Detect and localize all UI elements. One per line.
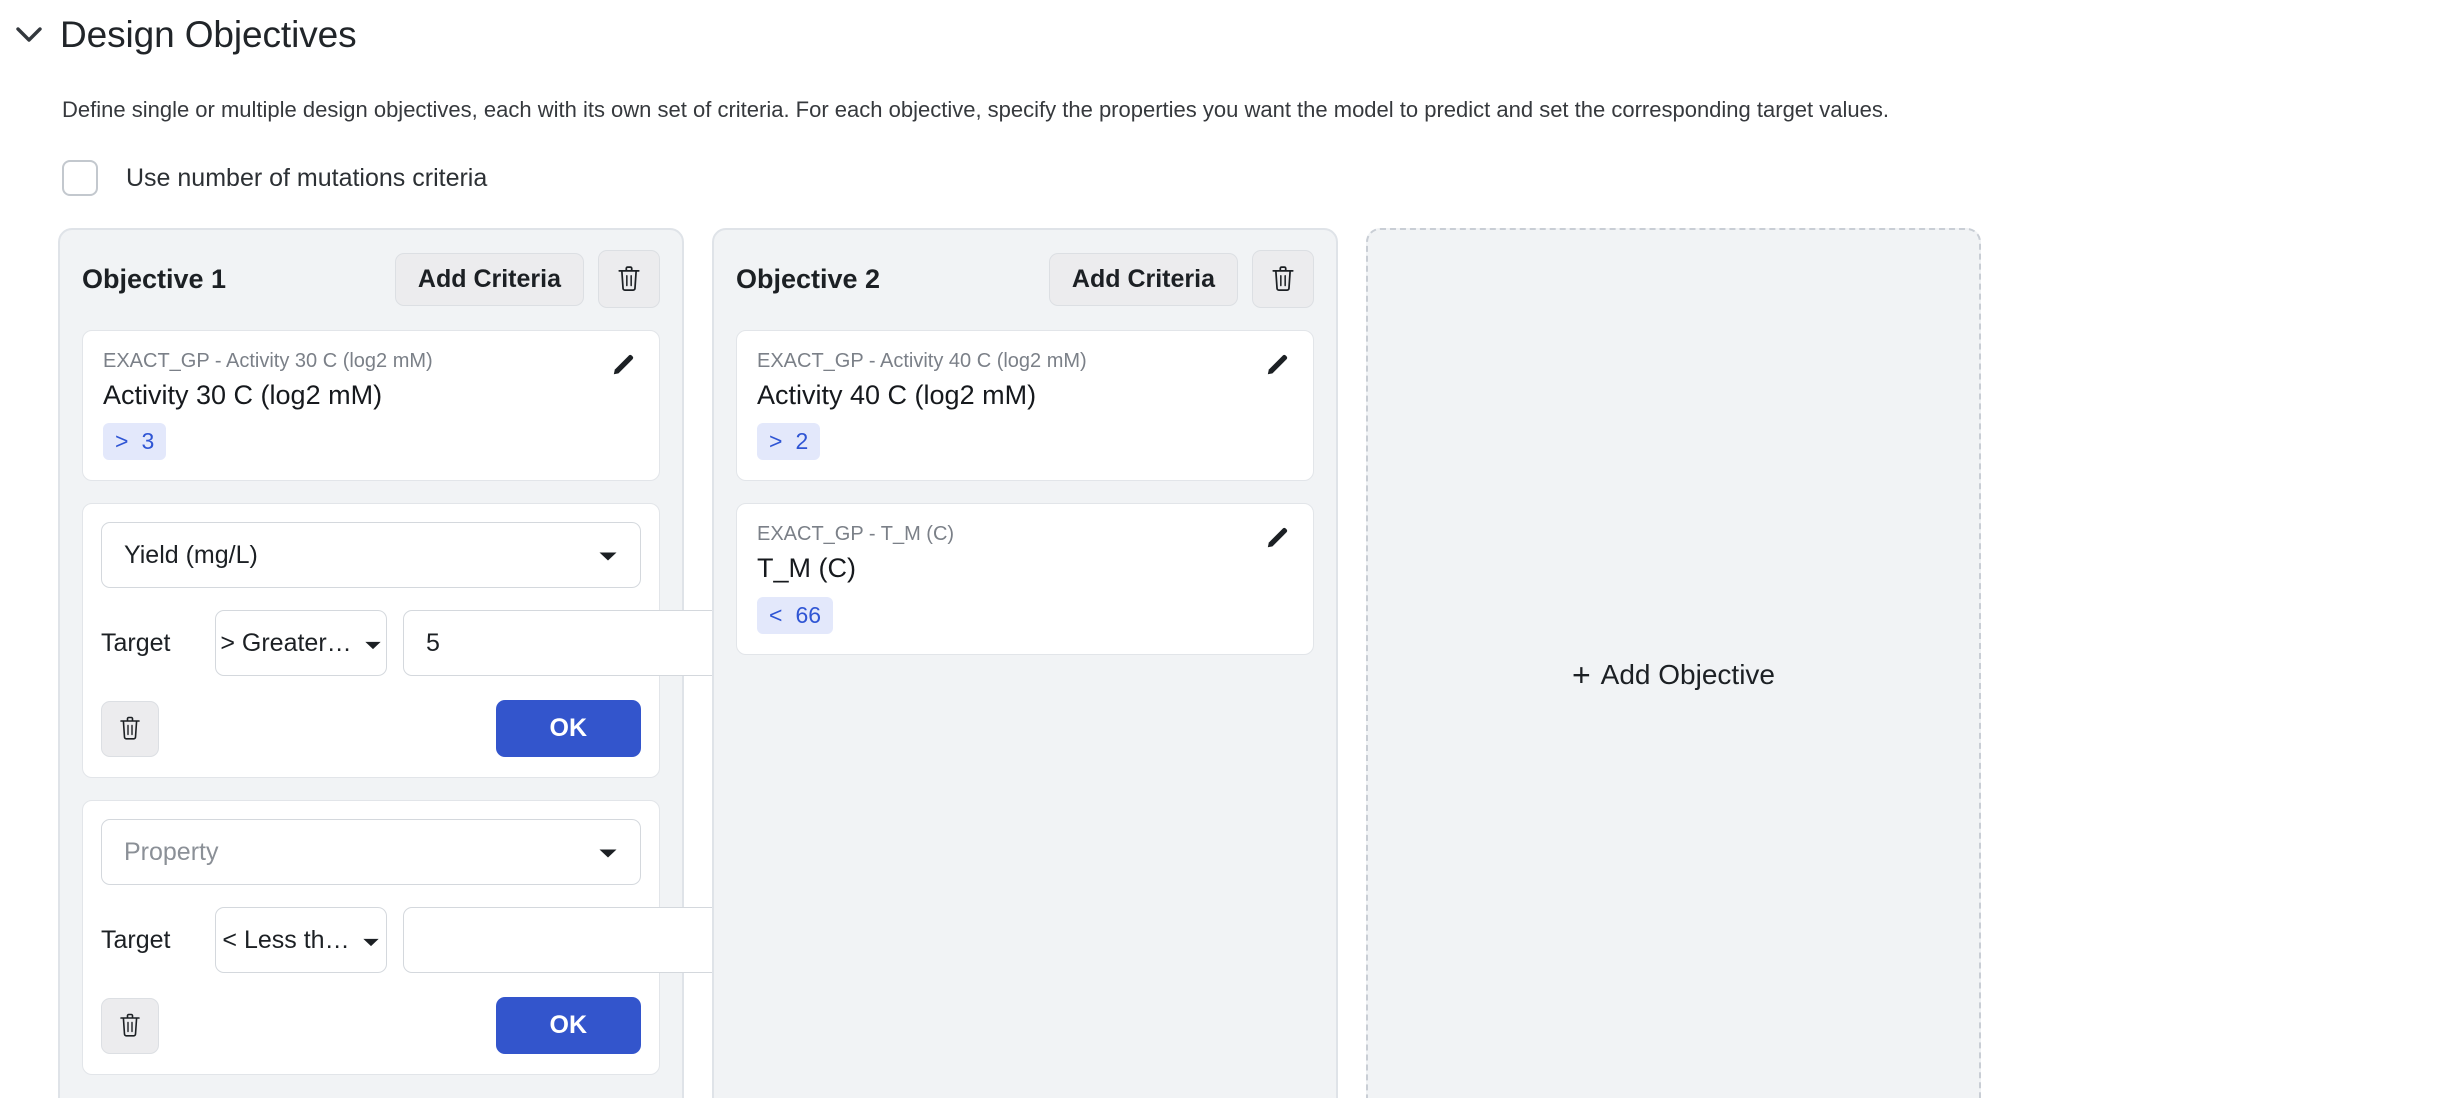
add-objective-panel[interactable]: + Add Objective	[1366, 228, 1981, 1098]
plus-icon: +	[1571, 656, 1591, 693]
criteria-card: EXACT_GP - Activity 30 C (log2 mM) Activ…	[82, 330, 660, 482]
objective-1-title: Objective 1	[82, 263, 227, 294]
criteria-model-label: EXACT_GP - Activity 30 C (log2 mM)	[103, 350, 433, 372]
objective-2-actions: Add Criteria	[1048, 250, 1314, 308]
criteria-model-label: EXACT_GP - T_M (C)	[757, 523, 955, 546]
delete-objective-2-button[interactable]	[1252, 250, 1314, 308]
add-criteria-button-2[interactable]: Add Criteria	[1048, 252, 1238, 306]
criteria-card: EXACT_GP - Activity 40 C (log2 mM) Activ…	[736, 330, 1314, 482]
objective-card-2: Objective 2 Add Criteria EXACT_GP - Acti…	[712, 228, 1338, 1098]
design-objectives-page: Design Objectives Define single or multi…	[0, 0, 2462, 1098]
criteria-operator: <	[769, 601, 783, 628]
chevron-down-icon	[598, 838, 618, 867]
criteria-operator: >	[769, 428, 783, 455]
ok-button[interactable]: OK	[495, 700, 641, 758]
objectives-row: Objective 1 Add Criteria EXACT_GP - Acti…	[58, 228, 1981, 1098]
objective-2-header: Objective 2 Add Criteria	[736, 250, 1314, 308]
operator-select[interactable]: < Less th…	[215, 907, 387, 974]
section-header: Design Objectives	[14, 16, 357, 53]
add-objective-inner: + Add Objective	[1572, 659, 1775, 691]
status-badge: > 2	[757, 423, 821, 461]
chevron-down-icon	[364, 629, 382, 658]
property-select[interactable]: Yield (mg/L)	[101, 522, 641, 589]
objective-1-header: Objective 1 Add Criteria	[82, 250, 660, 308]
pencil-icon[interactable]	[607, 347, 641, 381]
section-description: Define single or multiple design objecti…	[62, 97, 1889, 122]
operator-select[interactable]: > Greater…	[215, 610, 387, 677]
property-select[interactable]: Property	[101, 819, 641, 886]
operator-select-value: < Less th…	[222, 925, 350, 954]
delete-criteria-button[interactable]	[101, 700, 159, 757]
criteria-value: 2	[795, 428, 809, 455]
page-title: Design Objectives	[60, 14, 357, 55]
use-mutations-checkbox[interactable]	[62, 160, 98, 196]
chevron-down-icon	[598, 541, 618, 570]
chevron-down-icon	[362, 926, 380, 955]
objective-1-actions: Add Criteria	[394, 250, 660, 308]
criteria-model-label: EXACT_GP - Activity 40 C (log2 mM)	[757, 350, 1087, 372]
delete-criteria-button[interactable]	[101, 997, 159, 1054]
status-badge: > 3	[103, 423, 167, 461]
objective-card-1: Objective 1 Add Criteria EXACT_GP - Acti…	[58, 228, 771, 1098]
target-row: Target > Greater…	[101, 610, 771, 677]
property-select-value: Property	[124, 837, 219, 866]
pencil-icon[interactable]	[1261, 520, 1295, 554]
criteria-operator: >	[115, 428, 129, 455]
target-label: Target	[101, 925, 171, 954]
criteria-value: 66	[795, 601, 822, 628]
criteria-card: EXACT_GP - T_M (C) T_M (C) < 66	[736, 503, 1314, 655]
operator-select-value: > Greater…	[220, 628, 352, 657]
mutations-criteria-row[interactable]: Use number of mutations criteria	[62, 160, 487, 196]
pencil-icon[interactable]	[1261, 347, 1295, 381]
target-row: Target < Less th…	[101, 907, 771, 974]
criteria-property-name: Activity 40 C (log2 mM)	[757, 380, 1037, 410]
add-criteria-button-1[interactable]: Add Criteria	[394, 252, 584, 306]
criteria-editor: Yield (mg/L) Target > Greater… 5 OK	[82, 503, 771, 779]
criteria-property-name: Activity 30 C (log2 mM)	[103, 380, 383, 410]
objective-2-title: Objective 2	[736, 263, 881, 294]
delete-objective-1-button[interactable]	[598, 250, 660, 308]
chevron-down-icon[interactable]	[14, 20, 44, 50]
status-badge: < 66	[757, 596, 834, 634]
ok-button[interactable]: OK	[495, 997, 641, 1055]
criteria-value: 3	[141, 428, 155, 455]
property-select-value: Yield (mg/L)	[124, 540, 258, 569]
editor-footer: OK	[101, 997, 641, 1055]
use-mutations-label: Use number of mutations criteria	[126, 163, 488, 192]
criteria-property-name: T_M (C)	[757, 553, 856, 584]
criteria-editor: Property Target < Less th… OK	[82, 800, 771, 1076]
editor-footer: OK	[101, 700, 641, 758]
add-objective-label: Add Objective	[1600, 658, 1775, 690]
target-label: Target	[101, 628, 171, 657]
